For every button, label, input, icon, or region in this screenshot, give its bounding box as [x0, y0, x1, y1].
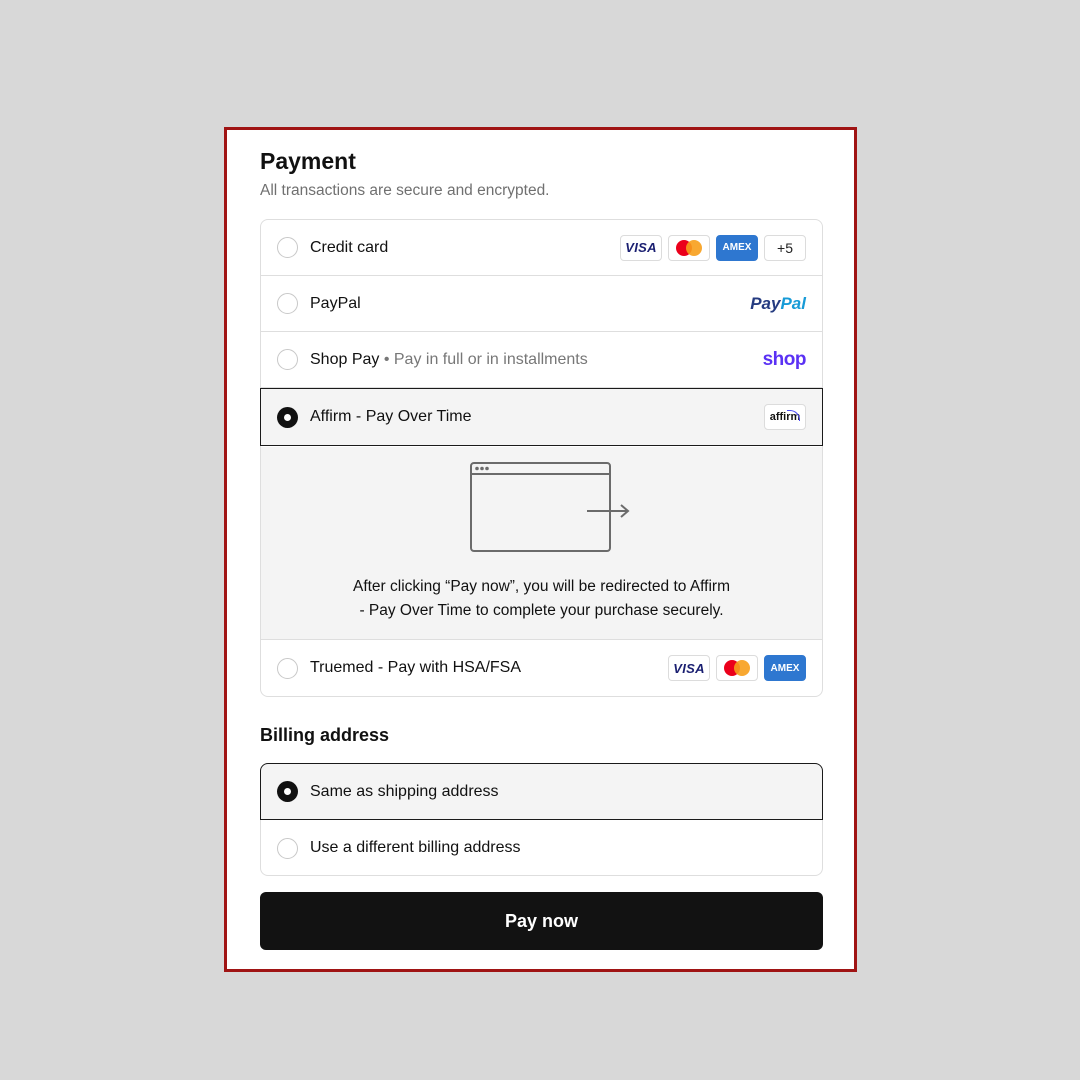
- checkout-frame: Payment All transactions are secure and …: [224, 127, 857, 972]
- payment-method-shop-pay[interactable]: Shop Pay • Pay in full or in installment…: [261, 332, 822, 388]
- amex-card-icon: AMEX: [764, 655, 806, 681]
- paypal-logo: PayPal: [750, 293, 806, 313]
- method-label: Credit card: [310, 238, 389, 256]
- method-label: Affirm - Pay Over Time: [310, 408, 472, 425]
- payment-method-affirm[interactable]: Affirm - Pay Over Time affirm: [260, 388, 823, 446]
- radio-truemed[interactable]: [277, 657, 298, 679]
- shop-pay-logo: shop: [762, 348, 807, 370]
- radio-same-as-shipping[interactable]: [277, 781, 298, 802]
- payment-subtitle: All transactions are secure and encrypte…: [260, 182, 550, 199]
- payment-method-truemed[interactable]: Truemed - Pay with HSA/FSA VISA AMEX: [261, 640, 822, 696]
- affirm-redirect-panel: After clicking “Pay now”, you will be re…: [261, 447, 822, 640]
- card-badges: VISA AMEX: [668, 655, 806, 681]
- radio-affirm[interactable]: [277, 406, 298, 428]
- visa-card-icon: VISA: [668, 655, 710, 681]
- radio-credit-card[interactable]: [277, 237, 298, 258]
- billing-option-same[interactable]: Same as shipping address: [260, 763, 823, 820]
- amex-card-icon: AMEX: [716, 234, 758, 261]
- method-label: Truemed - Pay with HSA/FSA: [310, 659, 522, 676]
- pay-now-button[interactable]: Pay now: [260, 892, 823, 950]
- payment-method-paypal[interactable]: PayPal PayPal: [261, 276, 822, 332]
- billing-option-label: Use a different billing address: [310, 839, 521, 856]
- billing-title: Billing address: [260, 725, 390, 745]
- payment-methods-list: Credit card VISA AMEX +5 PayPal PayPal S…: [260, 219, 823, 697]
- mastercard-icon: [668, 234, 710, 261]
- payment-title: Payment: [260, 148, 356, 174]
- method-extra-text: • Pay in full or in installments: [379, 350, 588, 368]
- affirm-logo: affirm: [764, 404, 806, 430]
- billing-options-list: Same as shipping address Use a different…: [260, 763, 823, 876]
- radio-paypal[interactable]: [277, 293, 298, 314]
- redirect-message: After clicking “Pay now”, you will be re…: [352, 578, 731, 619]
- billing-option-label: Same as shipping address: [310, 782, 499, 800]
- card-badges: VISA AMEX +5: [620, 234, 806, 261]
- method-label: Shop Pay • Pay in full or in installment…: [310, 350, 588, 368]
- mastercard-icon: [716, 655, 758, 681]
- radio-different-billing[interactable]: [277, 837, 298, 859]
- radio-shop-pay[interactable]: [277, 349, 298, 370]
- payment-method-credit-card[interactable]: Credit card VISA AMEX +5: [261, 220, 822, 276]
- billing-option-different[interactable]: Use a different billing address: [261, 820, 822, 876]
- browser-redirect-icon: [470, 462, 630, 552]
- more-cards-badge: +5: [764, 234, 806, 261]
- method-label: PayPal: [310, 294, 361, 312]
- visa-card-icon: VISA: [620, 234, 662, 261]
